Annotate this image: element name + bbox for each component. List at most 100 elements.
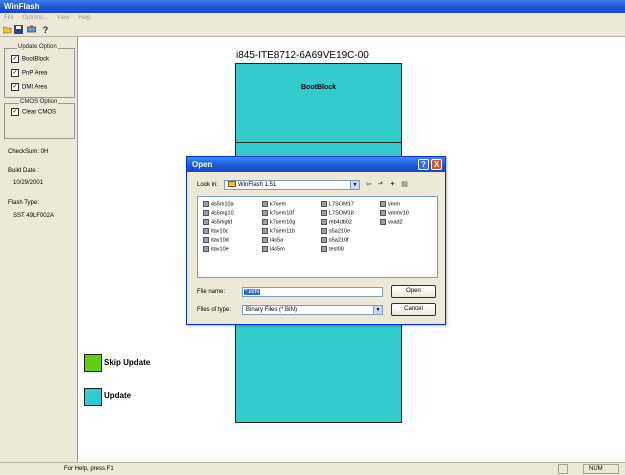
- file-name-input[interactable]: *.BIN: [242, 287, 383, 297]
- menu-file[interactable]: File: [4, 15, 14, 21]
- dmi-area-checkbox[interactable]: ✓ DMI Area: [11, 83, 47, 92]
- cmos-option-title: CMOS Option: [19, 99, 59, 105]
- open-dialog[interactable]: Open ? X Look in: WinFlash 1.51 ▼ ⇦ ⬏ ✦ …: [186, 156, 446, 325]
- file-item[interactable]: s5a210e: [321, 228, 350, 235]
- check-icon: ✓: [11, 83, 19, 91]
- dialog-title: Open: [192, 160, 213, 169]
- num-lock-indicator: NUM: [583, 464, 619, 474]
- menu-options[interactable]: Options...: [22, 15, 48, 21]
- file-item[interactable]: test00: [321, 246, 344, 253]
- check-icon: ✓: [11, 108, 19, 116]
- checksum-text: CheckSum: 0H: [8, 149, 49, 155]
- back-icon[interactable]: ⇦: [364, 181, 373, 189]
- file-item[interactable]: itav10c: [203, 228, 228, 235]
- file-item[interactable]: s5a210f: [321, 237, 349, 244]
- file-item[interactable]: 4s5mg10: [203, 210, 234, 217]
- look-in-select[interactable]: WinFlash 1.51 ▼: [224, 180, 360, 190]
- file-item[interactable]: k7sem10g: [262, 219, 295, 226]
- file-item[interactable]: itav10d: [203, 237, 229, 244]
- file-icon: [262, 228, 268, 234]
- sidebar: Update Option ✓ BootBlock ✓ PnP Area ✓ DMI …: [0, 37, 77, 462]
- skip-update-swatch: [84, 354, 102, 372]
- bootblock-label: BootBlock: [301, 84, 336, 91]
- file-item[interactable]: 4s5m10a: [203, 201, 234, 208]
- dialog-title-bar[interactable]: Open: [187, 157, 445, 172]
- file-icon: [262, 210, 268, 216]
- status-help-text: For Help, press F1: [64, 466, 114, 472]
- file-item[interactable]: mb4db02: [321, 219, 352, 226]
- chevron-down-icon[interactable]: ▼: [373, 306, 382, 314]
- file-item[interactable]: k7sem10f: [262, 210, 294, 217]
- update-option-group: Update Option ✓ BootBlock ✓ PnP Area ✓ DMI …: [4, 44, 75, 98]
- flash-icon[interactable]: [27, 25, 36, 34]
- open-button[interactable]: Open: [391, 285, 436, 298]
- status-cell: [558, 464, 568, 474]
- check-icon: ✓: [11, 69, 19, 77]
- cmos-option-group: CMOS Option ✓ Clear CMOS: [4, 99, 75, 139]
- file-icon: [380, 219, 386, 225]
- file-type-label: Files of type:: [197, 307, 232, 313]
- file-list[interactable]: 4s5m10a 4s5mg10 4s5mgtd itav10c itav10d …: [197, 196, 438, 278]
- flash-type-label: Flash Type:: [8, 200, 39, 206]
- cancel-button[interactable]: Cancel: [391, 303, 436, 316]
- file-icon: [321, 246, 327, 252]
- file-icon: [262, 246, 268, 252]
- file-icon: [262, 219, 268, 225]
- file-icon: [321, 237, 327, 243]
- file-item[interactable]: L7SOM17: [321, 201, 354, 208]
- dialog-close-button[interactable]: X: [431, 159, 442, 170]
- menu-help[interactable]: Help: [78, 15, 90, 21]
- new-folder-icon[interactable]: ✦: [388, 181, 397, 189]
- window-title-bar[interactable]: WinFlash: [0, 0, 625, 13]
- block-divider: [236, 142, 401, 143]
- file-item[interactable]: 4s5mgtd: [203, 219, 232, 226]
- file-icon: [321, 201, 327, 207]
- dialog-help-button[interactable]: ?: [418, 159, 429, 170]
- help-icon[interactable]: ?: [41, 25, 50, 34]
- file-icon: [203, 201, 209, 207]
- file-item[interactable]: vxad2: [380, 219, 403, 226]
- open-icon[interactable]: [3, 25, 12, 34]
- file-icon: [321, 228, 327, 234]
- file-type-select[interactable]: Binary Files (*.BIN) ▼: [242, 305, 383, 315]
- chevron-down-icon[interactable]: ▼: [350, 181, 359, 189]
- skip-update-label: Skip Update: [104, 358, 151, 367]
- up-folder-icon[interactable]: ⬏: [376, 181, 385, 189]
- file-icon: [203, 237, 209, 243]
- look-in-label: Look in:: [197, 182, 219, 188]
- bios-id-title: i845-ITE8712-6A69VE19C-00: [236, 50, 369, 61]
- menu-view[interactable]: View: [57, 15, 70, 21]
- menu-bar: File Options... View Help: [0, 13, 625, 23]
- bootblock-checkbox[interactable]: ✓ BootBlock: [11, 55, 49, 64]
- file-item[interactable]: l4s5m: [262, 246, 285, 253]
- svg-text:?: ?: [43, 25, 49, 34]
- file-icon: [262, 201, 268, 207]
- folder-icon: [228, 181, 236, 188]
- file-icon: [203, 219, 209, 225]
- build-date-value: 10/29/2001: [13, 180, 44, 186]
- update-option-title: Update Option: [17, 44, 58, 50]
- file-item[interactable]: L7SOM18: [321, 210, 354, 217]
- status-bar: For Help, press F1 NUM: [0, 462, 625, 475]
- file-icon: [203, 246, 209, 252]
- build-date-label: Build Date :: [8, 168, 40, 174]
- file-name-label: File name:: [197, 289, 226, 295]
- file-item[interactable]: itav10e: [203, 246, 229, 253]
- pnp-area-checkbox[interactable]: ✓ PnP Area: [11, 69, 47, 78]
- view-menu-icon[interactable]: ▤: [400, 181, 409, 189]
- file-icon: [203, 228, 209, 234]
- file-item[interactable]: k7sem11b: [262, 228, 295, 235]
- file-item[interactable]: vmm: [380, 201, 400, 208]
- file-icon: [380, 210, 386, 216]
- file-icon: [203, 210, 209, 216]
- save-icon[interactable]: [14, 25, 23, 34]
- file-item[interactable]: l4s5a: [262, 237, 283, 244]
- file-item[interactable]: vmmv10: [380, 210, 409, 217]
- clear-cmos-checkbox[interactable]: ✓ Clear CMOS: [11, 108, 56, 117]
- update-swatch: [84, 388, 102, 406]
- file-item[interactable]: k7sem: [262, 201, 286, 208]
- file-icon: [321, 219, 327, 225]
- file-icon: [380, 201, 386, 207]
- toolbar: ?: [0, 23, 625, 37]
- file-icon: [262, 237, 268, 243]
